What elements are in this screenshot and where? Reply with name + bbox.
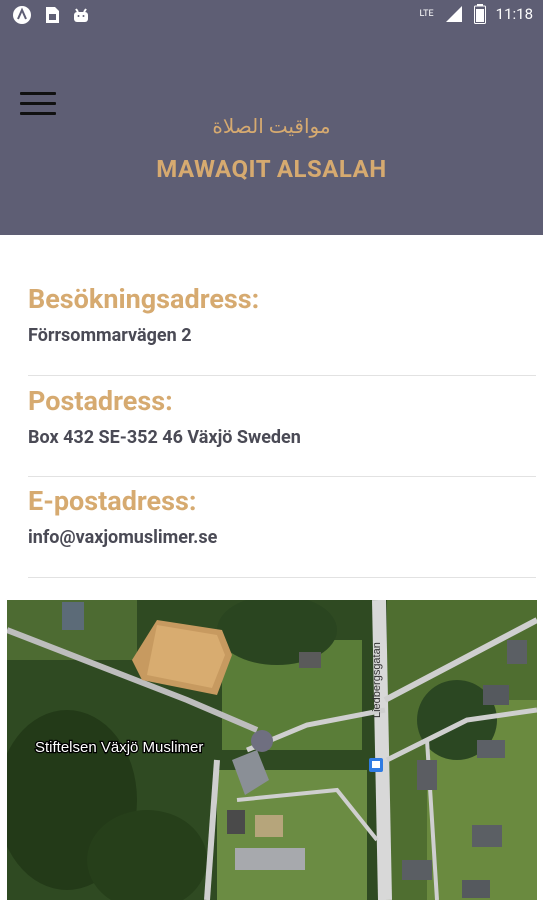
map-road-label: Liedbergsgatan <box>371 642 383 718</box>
android-icon <box>74 8 88 22</box>
map-imagery: Stiftelsen Växjö Muslimer Liedbergsgatan <box>7 600 537 900</box>
map-place-label: Stiftelsen Växjö Muslimer <box>35 739 203 756</box>
divider <box>28 476 536 477</box>
divider <box>28 375 536 376</box>
divider <box>28 577 536 578</box>
sim-card-icon <box>46 7 59 23</box>
postal-address-block: Postadress: Box 432 SE-352 46 Växjö Swed… <box>28 385 536 448</box>
satellite-map[interactable]: Stiftelsen Växjö Muslimer Liedbergsgatan <box>7 600 537 900</box>
postal-address-value: Box 432 SE-352 46 Växjö Sweden <box>28 427 301 448</box>
network-type: LTE <box>419 9 434 19</box>
clock: 11:18 <box>495 5 533 23</box>
app-title: MAWAQIT ALSALAH <box>156 155 387 183</box>
postal-address-label: Postadress: <box>28 385 173 417</box>
visit-address-block: Besökningsadress: Förrsommarvägen 2 <box>28 283 536 346</box>
arabic-app-title: مواقيت الصلاة <box>212 114 331 138</box>
app-icon-a <box>13 6 31 24</box>
status-bar: LTE 11:18 <box>0 0 543 30</box>
email-block: E-postadress: info@vaxjomuslimer.se <box>28 485 536 548</box>
contact-section: Besökningsadress: Förrsommarvägen 2 Post… <box>0 235 543 600</box>
mosque-marker-icon[interactable] <box>251 730 273 752</box>
email-label: E-postadress: <box>28 485 197 517</box>
email-value[interactable]: info@vaxjomuslimer.se <box>28 527 536 548</box>
visit-address-label: Besökningsadress: <box>28 283 260 315</box>
app-header: مواقيت الصلاة MAWAQIT ALSALAH <box>0 30 543 235</box>
screen: LTE 11:18 مواقيت الصلاة MAWAQIT ALSALAH … <box>0 0 543 900</box>
battery-icon <box>473 4 486 24</box>
signal-lte-icon <box>445 6 462 22</box>
visit-address-value: Förrsommarvägen 2 <box>28 325 192 346</box>
